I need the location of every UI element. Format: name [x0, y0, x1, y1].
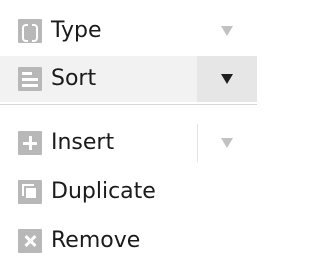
menu-item-type[interactable]: Type: [0, 8, 257, 54]
menu-item-label: Insert: [51, 130, 115, 155]
submenu-arrow-icon[interactable]: [221, 138, 233, 148]
menu-divider: [0, 104, 257, 105]
submenu-separator: [197, 124, 198, 162]
menu-item-remove[interactable]: Remove: [0, 218, 257, 264]
submenu-arrow-icon[interactable]: [221, 26, 233, 36]
menu-item-duplicate[interactable]: Duplicate: [0, 169, 257, 215]
sort-lines-icon: [18, 67, 42, 91]
plus-icon: [18, 131, 42, 155]
menu-item-label: Remove: [51, 228, 141, 253]
duplicate-icon: [18, 180, 42, 204]
remove-x-icon: [18, 229, 42, 253]
menu-item-sort[interactable]: Sort: [0, 56, 257, 102]
curly-braces-icon: [18, 19, 42, 43]
menu-item-insert[interactable]: Insert: [0, 120, 257, 166]
context-menu: Type Sort Insert Duplicate Remove: [0, 0, 257, 269]
menu-item-label: Sort: [51, 66, 97, 91]
menu-item-label: Type: [51, 18, 102, 43]
submenu-arrow-icon[interactable]: [221, 74, 233, 84]
menu-item-label: Duplicate: [51, 179, 156, 204]
